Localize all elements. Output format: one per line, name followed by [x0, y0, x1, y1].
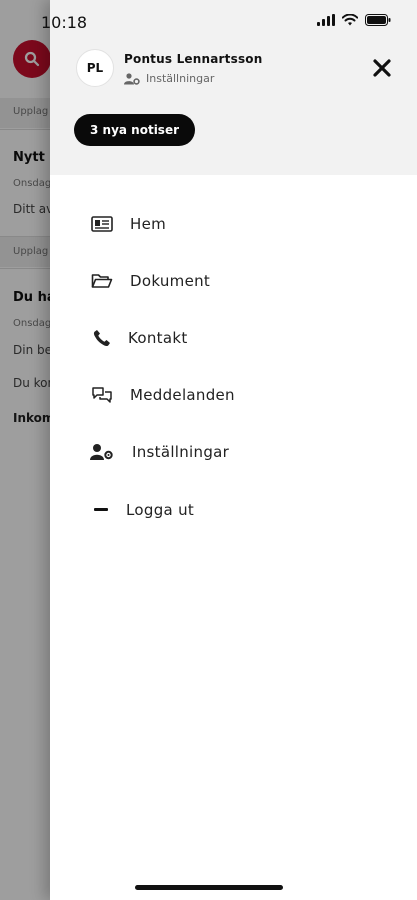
user-settings-icon: [124, 72, 140, 85]
menu-label-logga-ut: Logga ut: [126, 501, 195, 519]
folder-open-icon: [90, 269, 114, 293]
close-icon: [373, 59, 391, 77]
navigation-drawer: PL Pontus Lennartsson Inställningar 3 ny…: [50, 0, 417, 900]
menu-label-meddelanden: Meddelanden: [130, 386, 235, 404]
menu-item-meddelanden[interactable]: Meddelanden: [90, 377, 235, 413]
status-icons: [317, 14, 391, 26]
notifications-pill[interactable]: 3 nya notiser: [74, 114, 196, 146]
signal-icon: [317, 14, 335, 26]
phone-icon: [90, 326, 114, 350]
chat-bubbles-icon: [90, 383, 114, 407]
close-button[interactable]: [370, 56, 394, 80]
home-card-icon: [90, 212, 114, 236]
menu-item-kontakt[interactable]: Kontakt: [90, 320, 188, 356]
user-name: Pontus Lennartsson: [124, 52, 263, 66]
menu-item-installningar[interactable]: Inställningar: [90, 434, 229, 470]
wifi-icon: [342, 14, 358, 26]
avatar[interactable]: PL: [76, 49, 114, 87]
user-settings-icon: [90, 440, 114, 464]
menu-label-installningar: Inställningar: [132, 443, 230, 461]
menu-label-dokument: Dokument: [130, 272, 211, 290]
settings-link[interactable]: Inställningar: [124, 72, 214, 85]
menu-item-hem[interactable]: Hem: [90, 206, 166, 242]
status-bar: 10:18: [0, 0, 417, 44]
menu-label-kontakt: Kontakt: [128, 329, 188, 347]
menu-item-dokument[interactable]: Dokument: [90, 263, 210, 299]
settings-link-label: Inställningar: [146, 72, 215, 85]
status-time: 10:18: [41, 13, 88, 32]
menu-item-logga-ut[interactable]: Logga ut: [90, 492, 194, 528]
home-indicator: [135, 885, 283, 890]
header-wave: [50, 140, 417, 169]
minus-icon: [90, 498, 114, 522]
menu-label-hem: Hem: [130, 215, 167, 233]
battery-icon: [365, 14, 391, 26]
